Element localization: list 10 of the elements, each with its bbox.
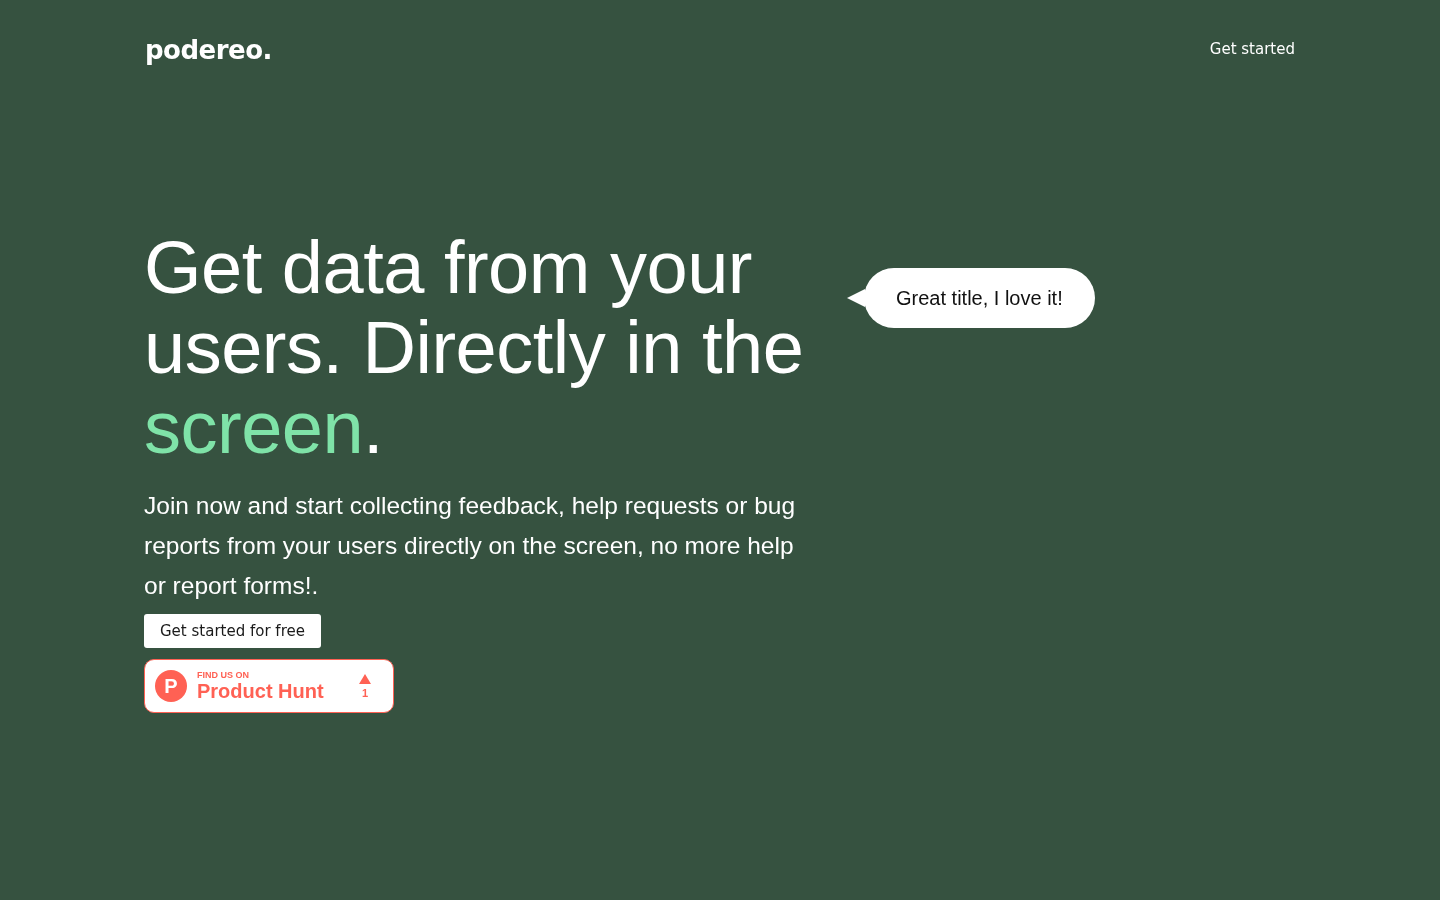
get-started-free-button[interactable]: Get started for free (144, 614, 321, 648)
badge-title: Product Hunt (197, 680, 324, 702)
product-hunt-logo: P (155, 670, 187, 702)
hero-description: Join now and start collecting feedback, help requests or bug reports from your users directly on the screen, no more help or report forms!. (144, 491, 796, 601)
badge-eyebrow: FIND US ON (197, 670, 249, 680)
logo[interactable]: podereo. (145, 35, 272, 65)
upvote-triangle-icon (359, 673, 371, 684)
hero-headline: Get data from your users. Directly in the screen. (144, 228, 805, 468)
upvote-count: 1 (361, 686, 369, 699)
nav-link[interactable]: Get started (1209, 40, 1295, 58)
